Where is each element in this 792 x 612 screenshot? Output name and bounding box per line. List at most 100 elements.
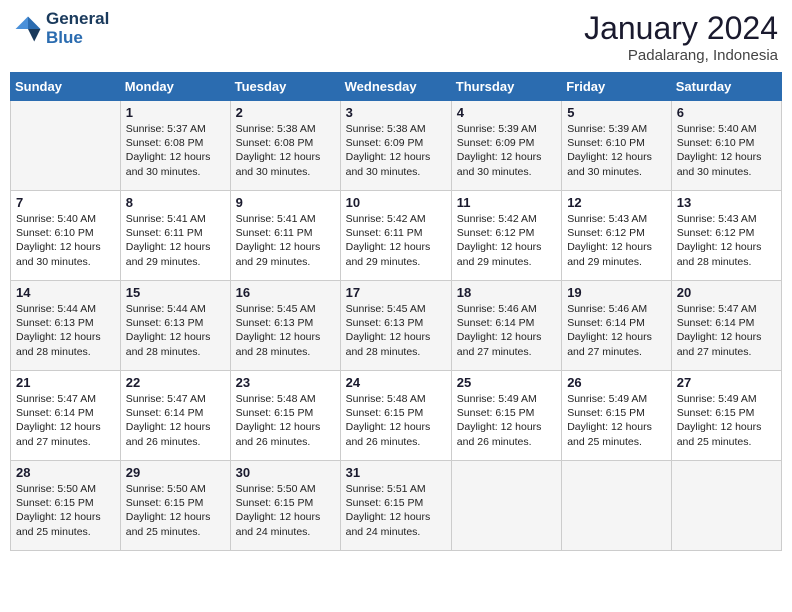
day-number: 5 (567, 105, 666, 120)
day-number: 9 (236, 195, 335, 210)
calendar-cell: 9 Sunrise: 5:41 AM Sunset: 6:11 PM Daylig… (230, 191, 340, 281)
calendar-week-row: 28 Sunrise: 5:50 AM Sunset: 6:15 PM Dayli… (11, 461, 782, 551)
day-number: 13 (677, 195, 776, 210)
weekday-header-monday: Monday (120, 73, 230, 101)
weekday-header-wednesday: Wednesday (340, 73, 451, 101)
calendar-cell: 11 Sunrise: 5:42 AM Sunset: 6:12 PM Dayli… (451, 191, 561, 281)
calendar-cell: 23 Sunrise: 5:48 AM Sunset: 6:15 PM Dayli… (230, 371, 340, 461)
calendar-cell: 30 Sunrise: 5:50 AM Sunset: 6:15 PM Dayli… (230, 461, 340, 551)
day-info: Sunrise: 5:41 AM Sunset: 6:11 PM Dayligh… (236, 212, 335, 269)
day-number: 2 (236, 105, 335, 120)
page-header: General Blue January 2024 Padalarang, In… (10, 10, 782, 64)
logo-icon (14, 15, 42, 43)
calendar-cell: 12Sunrise: 5:43 AM Sunset: 6:12 PM Dayli… (562, 191, 672, 281)
calendar-cell (562, 461, 672, 551)
calendar-cell: 22 Sunrise: 5:47 AM Sunset: 6:14 PM Dayli… (120, 371, 230, 461)
calendar-cell: 31 Sunrise: 5:51 AM Sunset: 6:15 PM Dayli… (340, 461, 451, 551)
calendar-cell: 8 Sunrise: 5:41 AM Sunset: 6:11 PM Daylig… (120, 191, 230, 281)
day-info: Sunrise: 5:43 AM Sunset: 6:12 PM Dayligh… (677, 212, 776, 269)
day-number: 18 (457, 285, 556, 300)
day-info: Sunrise: 5:38 AM Sunset: 6:09 PM Dayligh… (346, 122, 446, 179)
day-info: Sunrise: 5:47 AM Sunset: 6:14 PM Dayligh… (126, 392, 225, 449)
day-info: Sunrise: 5:49 AM Sunset: 6:15 PM Dayligh… (677, 392, 776, 449)
calendar-cell: 17 Sunrise: 5:45 AM Sunset: 6:13 PM Dayli… (340, 281, 451, 371)
day-info: Sunrise: 5:47 AM Sunset: 6:14 PM Dayligh… (16, 392, 115, 449)
day-number: 22 (126, 375, 225, 390)
calendar-cell: 14 Sunrise: 5:44 AM Sunset: 6:13 PM Dayli… (11, 281, 121, 371)
calendar-cell: 19 Sunrise: 5:46 AM Sunset: 6:14 PM Dayli… (562, 281, 672, 371)
calendar-cell: 4 Sunrise: 5:39 AM Sunset: 6:09 PM Daylig… (451, 101, 561, 191)
calendar-cell: 21 Sunrise: 5:47 AM Sunset: 6:14 PM Dayli… (11, 371, 121, 461)
day-number: 26 (567, 375, 666, 390)
calendar-cell: 20Sunrise: 5:47 AM Sunset: 6:14 PM Dayli… (671, 281, 781, 371)
day-info: Sunrise: 5:42 AM Sunset: 6:11 PM Dayligh… (346, 212, 446, 269)
month-title: January 2024 (584, 10, 778, 47)
calendar-cell: 7 Sunrise: 5:40 AM Sunset: 6:10 PM Daylig… (11, 191, 121, 281)
day-info: Sunrise: 5:47 AM Sunset: 6:14 PM Dayligh… (677, 302, 776, 359)
calendar-cell: 16Sunrise: 5:45 AM Sunset: 6:13 PM Dayli… (230, 281, 340, 371)
day-number: 6 (677, 105, 776, 120)
day-info: Sunrise: 5:48 AM Sunset: 6:15 PM Dayligh… (346, 392, 446, 449)
day-info: Sunrise: 5:46 AM Sunset: 6:14 PM Dayligh… (567, 302, 666, 359)
day-number: 24 (346, 375, 446, 390)
day-number: 30 (236, 465, 335, 480)
day-number: 27 (677, 375, 776, 390)
day-info: Sunrise: 5:49 AM Sunset: 6:15 PM Dayligh… (567, 392, 666, 449)
day-info: Sunrise: 5:45 AM Sunset: 6:13 PM Dayligh… (346, 302, 446, 359)
calendar-cell: 25 Sunrise: 5:49 AM Sunset: 6:15 PM Dayli… (451, 371, 561, 461)
day-info: Sunrise: 5:41 AM Sunset: 6:11 PM Dayligh… (126, 212, 225, 269)
day-info: Sunrise: 5:51 AM Sunset: 6:15 PM Dayligh… (346, 482, 446, 539)
day-info: Sunrise: 5:42 AM Sunset: 6:12 PM Dayligh… (457, 212, 556, 269)
day-number: 17 (346, 285, 446, 300)
calendar-cell: 13 Sunrise: 5:43 AM Sunset: 6:12 PM Dayli… (671, 191, 781, 281)
day-info: Sunrise: 5:44 AM Sunset: 6:13 PM Dayligh… (16, 302, 115, 359)
calendar-cell: 24 Sunrise: 5:48 AM Sunset: 6:15 PM Dayli… (340, 371, 451, 461)
calendar-cell: 2 Sunrise: 5:38 AM Sunset: 6:08 PM Daylig… (230, 101, 340, 191)
calendar-cell: 6Sunrise: 5:40 AM Sunset: 6:10 PM Daylig… (671, 101, 781, 191)
day-number: 14 (16, 285, 115, 300)
day-number: 31 (346, 465, 446, 480)
day-info: Sunrise: 5:49 AM Sunset: 6:15 PM Dayligh… (457, 392, 556, 449)
day-number: 28 (16, 465, 115, 480)
calendar-cell: 10 Sunrise: 5:42 AM Sunset: 6:11 PM Dayli… (340, 191, 451, 281)
calendar-table: SundayMondayTuesdayWednesdayThursdayFrid… (10, 72, 782, 551)
weekday-header-saturday: Saturday (671, 73, 781, 101)
title-block: January 2024 Padalarang, Indonesia (584, 10, 778, 64)
calendar-cell: 28Sunrise: 5:50 AM Sunset: 6:15 PM Dayli… (11, 461, 121, 551)
day-number: 3 (346, 105, 446, 120)
logo: General Blue (14, 10, 109, 47)
day-info: Sunrise: 5:50 AM Sunset: 6:15 PM Dayligh… (236, 482, 335, 539)
day-info: Sunrise: 5:38 AM Sunset: 6:08 PM Dayligh… (236, 122, 335, 179)
day-number: 12 (567, 195, 666, 210)
calendar-week-row: 21 Sunrise: 5:47 AM Sunset: 6:14 PM Dayli… (11, 371, 782, 461)
weekday-header-friday: Friday (562, 73, 672, 101)
day-info: Sunrise: 5:39 AM Sunset: 6:09 PM Dayligh… (457, 122, 556, 179)
day-number: 15 (126, 285, 225, 300)
weekday-header-row: SundayMondayTuesdayWednesdayThursdayFrid… (11, 73, 782, 101)
day-number: 8 (126, 195, 225, 210)
day-number: 1 (126, 105, 225, 120)
day-info: Sunrise: 5:40 AM Sunset: 6:10 PM Dayligh… (16, 212, 115, 269)
day-info: Sunrise: 5:50 AM Sunset: 6:15 PM Dayligh… (126, 482, 225, 539)
day-number: 16 (236, 285, 335, 300)
logo-text: General Blue (46, 10, 109, 47)
calendar-week-row: 1Sunrise: 5:37 AM Sunset: 6:08 PM Daylig… (11, 101, 782, 191)
day-info: Sunrise: 5:48 AM Sunset: 6:15 PM Dayligh… (236, 392, 335, 449)
day-number: 7 (16, 195, 115, 210)
calendar-cell (671, 461, 781, 551)
calendar-cell (11, 101, 121, 191)
day-number: 11 (457, 195, 556, 210)
day-info: Sunrise: 5:46 AM Sunset: 6:14 PM Dayligh… (457, 302, 556, 359)
day-number: 25 (457, 375, 556, 390)
day-info: Sunrise: 5:44 AM Sunset: 6:13 PM Dayligh… (126, 302, 225, 359)
calendar-cell (451, 461, 561, 551)
day-number: 4 (457, 105, 556, 120)
day-number: 23 (236, 375, 335, 390)
day-number: 19 (567, 285, 666, 300)
calendar-cell: 3 Sunrise: 5:38 AM Sunset: 6:09 PM Daylig… (340, 101, 451, 191)
day-number: 10 (346, 195, 446, 210)
day-info: Sunrise: 5:39 AM Sunset: 6:10 PM Dayligh… (567, 122, 666, 179)
day-number: 21 (16, 375, 115, 390)
calendar-cell: 29Sunrise: 5:50 AM Sunset: 6:15 PM Dayli… (120, 461, 230, 551)
weekday-header-tuesday: Tuesday (230, 73, 340, 101)
